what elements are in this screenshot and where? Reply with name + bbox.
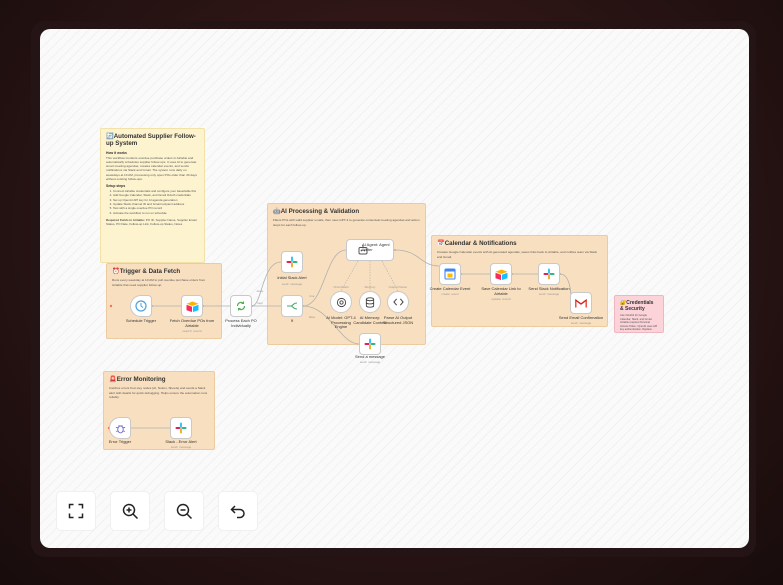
node-label-agent: AI Agent: Agent Writer	[362, 242, 390, 252]
node-slack-notification[interactable]	[538, 263, 560, 285]
connector-label-loop: loop	[257, 301, 263, 305]
if-icon	[287, 302, 298, 310]
fit-screen-icon	[68, 503, 84, 519]
node-label-initial-slack: Initial Slack Alert	[277, 275, 307, 280]
node-ai-model[interactable]	[330, 291, 352, 313]
node-schedule-trigger[interactable]	[130, 295, 152, 317]
workflow-canvas[interactable]: 🔄Automated Supplier Follow-up System How…	[40, 29, 749, 548]
connector-label-done: done	[256, 289, 264, 293]
node-save-airtable[interactable]	[490, 263, 512, 285]
zoom-in-icon	[122, 503, 138, 519]
node-sub-save: update: record	[491, 297, 511, 301]
node-send-message[interactable]	[359, 333, 381, 355]
zoom-in-button[interactable]	[110, 491, 150, 531]
code-icon	[392, 298, 404, 306]
node-label-gmail: Send Email Confirmation	[558, 315, 604, 320]
calendar-icon	[444, 268, 456, 280]
undo-button[interactable]	[218, 491, 258, 531]
node-initial-slack[interactable]	[281, 251, 303, 273]
node-loop[interactable]	[230, 295, 252, 317]
node-ai-memory[interactable]	[359, 291, 381, 313]
slack-icon	[364, 338, 376, 350]
node-label-slack-notification: Send Slack Notification	[528, 286, 570, 291]
bug-icon	[115, 424, 125, 433]
node-label-slack-error: Slack - Error Alert	[165, 439, 197, 444]
node-output-parser[interactable]	[387, 291, 409, 313]
node-label-error-trigger: Error Trigger	[108, 439, 132, 444]
slack-icon	[175, 422, 187, 434]
connector-label-true: true	[309, 294, 315, 298]
node-fetch-airtable[interactable]	[181, 295, 203, 317]
connector-label-chat-model: Chat Model	[333, 285, 349, 289]
node-sub-initial-slack: send: message	[281, 282, 303, 286]
node-sub-gmail: send: message	[570, 321, 592, 325]
airtable-icon	[495, 269, 507, 280]
node-if[interactable]	[281, 295, 303, 317]
loop-icon	[236, 301, 246, 311]
openai-icon	[336, 297, 346, 307]
node-error-trigger[interactable]	[109, 417, 131, 439]
node-sub-fetch: search: record	[182, 329, 202, 333]
slack-icon	[543, 268, 555, 280]
database-icon	[365, 296, 375, 308]
node-label-send-message: Send a message	[354, 354, 386, 359]
connector-label-memory: Memory	[364, 285, 376, 289]
node-sub-slack-notification: send: message	[538, 292, 560, 296]
node-label-save: Save Calendar Link to Airtable	[481, 286, 521, 296]
node-create-calendar[interactable]	[439, 263, 461, 285]
zoom-out-icon	[176, 503, 192, 519]
airtable-icon	[186, 301, 198, 312]
slack-icon	[286, 256, 298, 268]
undo-icon	[230, 505, 245, 519]
fit-view-button[interactable]	[56, 491, 96, 531]
node-label-loop: Process Each PO Individually	[225, 318, 257, 328]
node-sub-send-message: send: message	[359, 360, 381, 364]
node-slack-error[interactable]	[170, 417, 192, 439]
node-sub-slack-error: send: message	[170, 445, 192, 449]
gmail-icon	[575, 298, 587, 307]
node-label-calendar: Create Calendar Event	[429, 286, 471, 291]
connector-label-output-parser: Output Parser	[388, 285, 408, 289]
node-label-schedule: Schedule Trigger	[125, 318, 157, 323]
node-gmail[interactable]	[570, 292, 592, 314]
zoom-out-button[interactable]	[164, 491, 204, 531]
node-sub-calendar: create: event	[441, 292, 459, 296]
clock-icon	[135, 300, 147, 312]
node-label-fetch: Fetch Overdue POs from Airtable	[169, 318, 215, 328]
node-label-parser: Parse AI Output Structured JSON	[382, 315, 414, 325]
node-label-if: If	[290, 318, 294, 323]
